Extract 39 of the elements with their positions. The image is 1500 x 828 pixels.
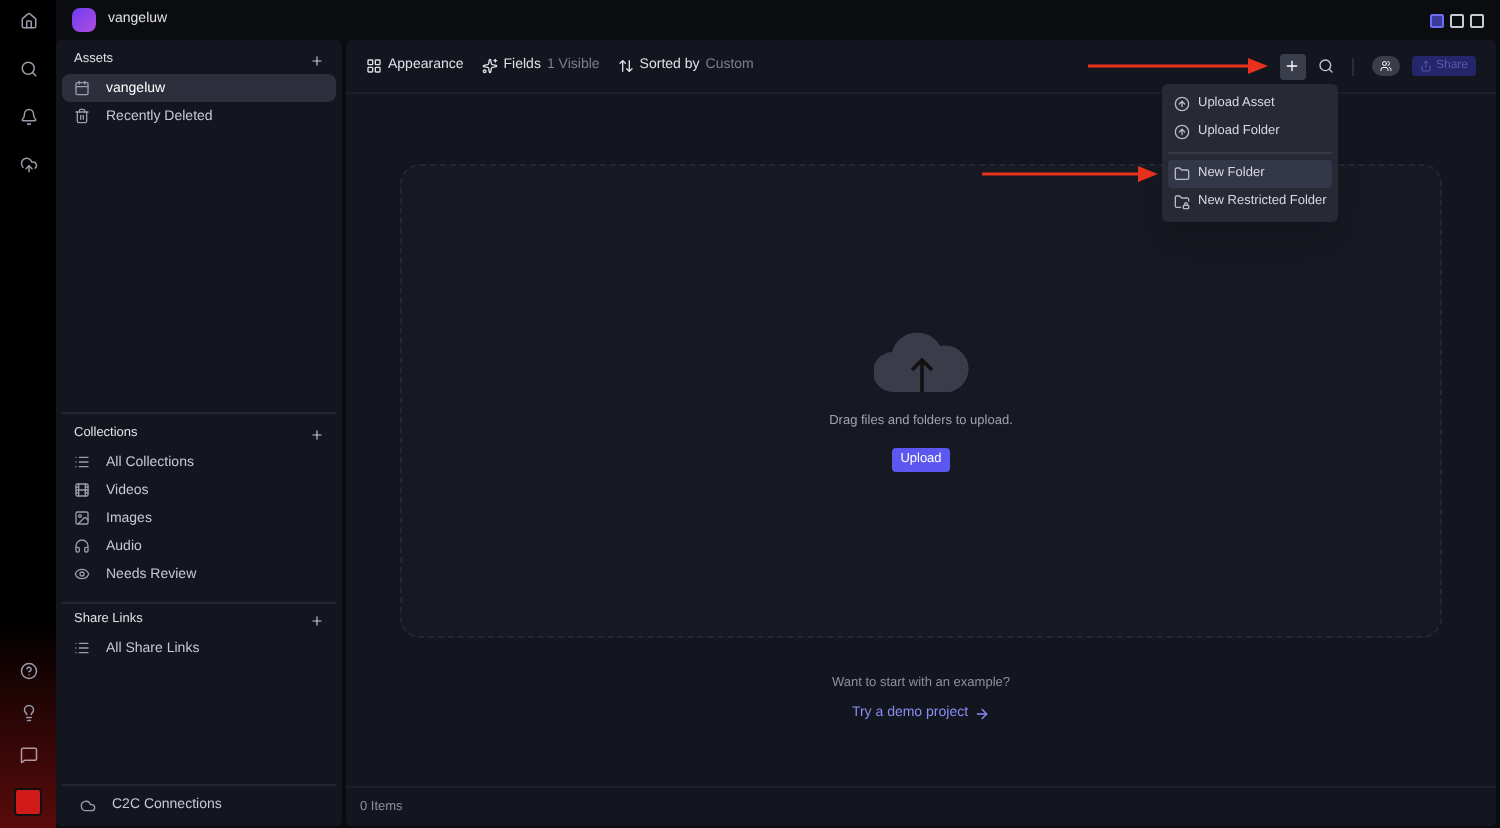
trash-icon [74,108,90,124]
chat-icon[interactable] [19,746,37,764]
share-icon [1419,60,1432,72]
locked-folder-icon [1174,194,1190,210]
add-icon[interactable] [310,613,324,627]
headphones-icon [74,538,90,554]
grid-icon [366,58,382,74]
search-icon[interactable] [1317,58,1334,74]
film-icon [74,482,90,498]
cloud-upload-icon [873,330,969,392]
sparkles-icon [481,58,498,74]
app-logo-icon[interactable] [14,788,42,816]
upload-icon [1174,124,1190,140]
image-icon [74,510,90,526]
add-icon[interactable] [310,53,324,67]
layout-toggle[interactable] [1450,13,1464,27]
arrow-right-icon [974,706,991,722]
plus-icon [1284,58,1301,74]
home-icon[interactable] [19,12,37,30]
search-icon[interactable] [19,60,37,78]
folder-icon [1174,166,1190,182]
cloud-upload-icon[interactable] [19,156,37,174]
list-icon [74,454,90,470]
members-button[interactable] [1371,56,1400,76]
eye-icon [74,566,90,582]
cloud-icon [80,798,96,814]
people-icon [1379,60,1392,72]
upload-icon [1174,96,1190,112]
layout-toggle[interactable] [1430,13,1444,27]
sort-icon [617,58,634,74]
layout-toggle[interactable] [1470,13,1484,27]
bell-icon[interactable] [19,108,37,126]
help-icon[interactable] [19,662,37,680]
lightbulb-icon[interactable] [19,704,37,722]
list-icon [74,640,90,656]
workspace-avatar[interactable] [72,8,96,32]
add-icon[interactable] [310,427,324,441]
add-button[interactable] [1279,53,1306,79]
calendar-icon [74,80,90,96]
